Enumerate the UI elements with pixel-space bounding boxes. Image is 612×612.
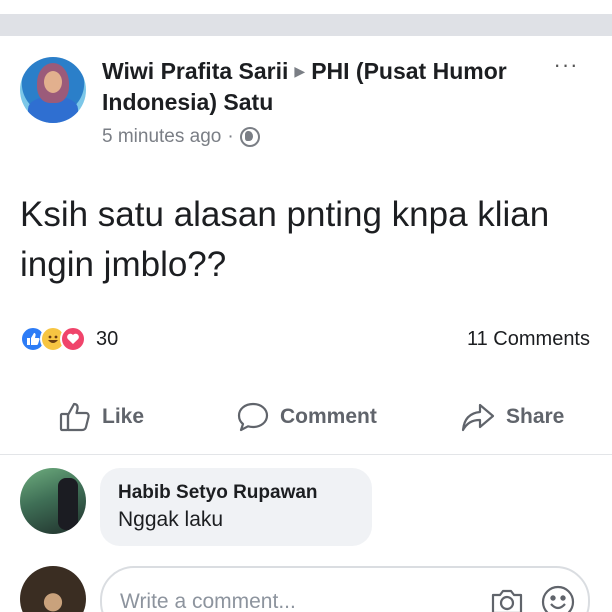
section-separator: [0, 14, 612, 36]
author-avatar[interactable]: [20, 57, 86, 123]
comment-input-placeholder: Write a comment...: [120, 590, 296, 612]
current-user-avatar: [20, 566, 86, 612]
like-button[interactable]: Like: [58, 400, 144, 434]
comment-bubble: Habib Setyo Rupawan Nggak laku: [100, 468, 372, 546]
post-actions-bar: Like Comment Share: [0, 390, 612, 440]
speech-bubble-icon: [237, 402, 269, 432]
divider: [0, 454, 612, 455]
emoji-icon[interactable]: [540, 584, 576, 612]
love-reaction-icon: [60, 326, 86, 352]
post-body-text: Ksih satu alasan pnting knpa klian ingin…: [20, 195, 550, 284]
commenter-avatar[interactable]: [20, 468, 86, 534]
more-options-button[interactable]: ···: [550, 54, 582, 76]
reaction-count: 30: [96, 327, 119, 350]
author-name[interactable]: Wiwi Prafita Sarii: [102, 58, 288, 84]
arrow-right-icon: ▶: [294, 63, 306, 79]
comment-label: Comment: [280, 405, 377, 428]
share-arrow-icon: [461, 403, 495, 432]
post-meta: 5 minutes ago ·: [102, 126, 260, 148]
feed-post: Wiwi Prafita Sarii ▶ PHI (Pusat Humor Indo…: [0, 36, 612, 612]
share-button[interactable]: Share: [460, 400, 564, 434]
comment-input[interactable]: Write a comment...: [100, 566, 590, 612]
thumbs-up-icon: [59, 402, 90, 432]
comment-text: Nggak laku: [118, 508, 224, 531]
post-timestamp[interactable]: 5 minutes ago: [102, 126, 221, 148]
comment-author[interactable]: Habib Setyo Rupawan: [118, 480, 354, 506]
like-label: Like: [102, 405, 145, 428]
avatar-face: [44, 71, 62, 93]
comments-count-link[interactable]: 11 Comments: [467, 328, 590, 351]
top-strip: [0, 0, 612, 14]
avatar-figure: [58, 478, 78, 530]
globe-icon: [239, 127, 260, 147]
comment-button[interactable]: Comment: [236, 400, 377, 434]
share-label: Share: [506, 405, 565, 428]
camera-icon[interactable]: [490, 588, 524, 612]
reaction-summary[interactable]: 30: [20, 326, 118, 352]
post-header: Wiwi Prafita Sarii ▶ PHI (Pusat Humor Indo…: [102, 56, 522, 118]
meta-separator: ·: [227, 126, 234, 147]
